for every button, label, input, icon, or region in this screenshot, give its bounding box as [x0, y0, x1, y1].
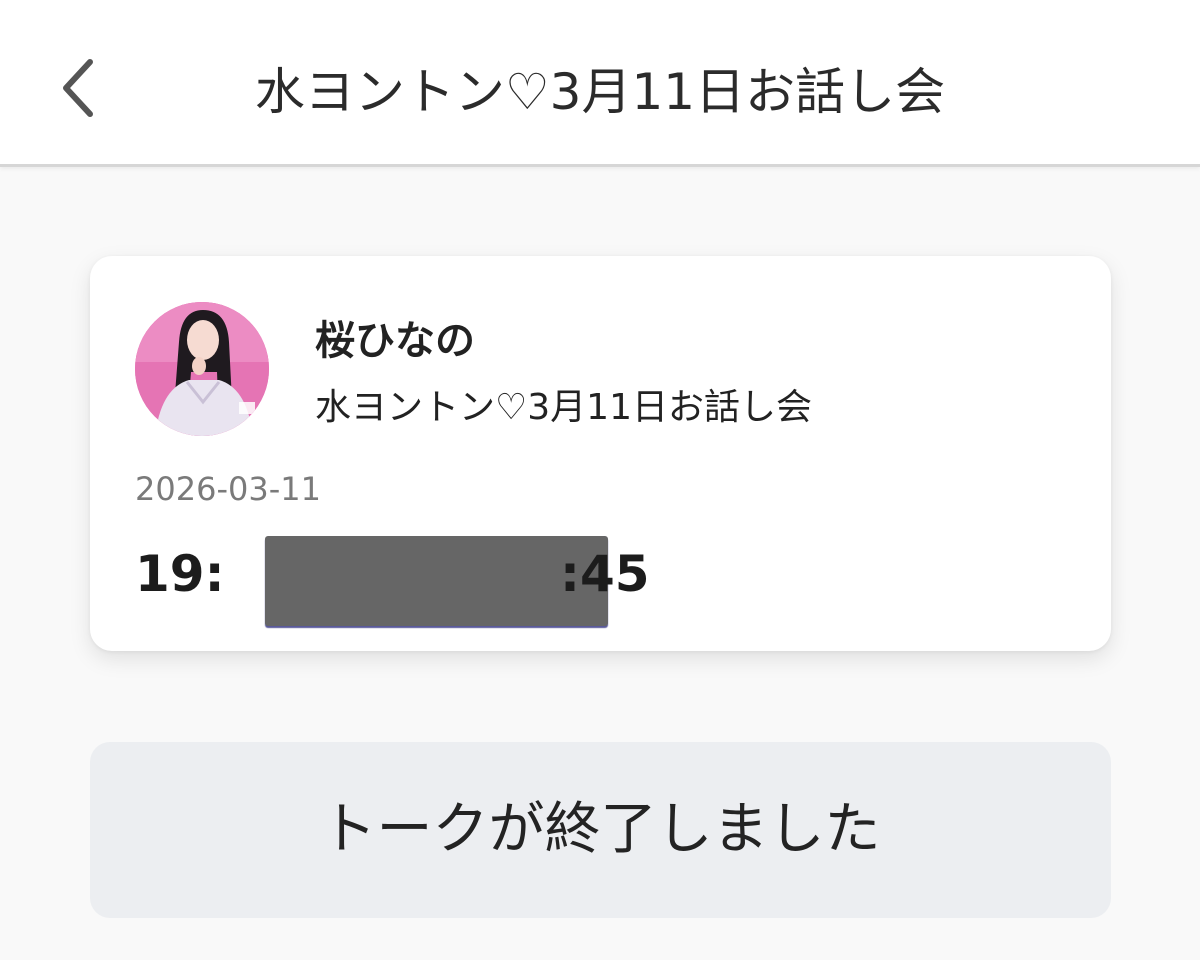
- event-date: 2026-03-11: [135, 470, 321, 508]
- redaction-block: [265, 536, 608, 626]
- event-time: 19: :45: [135, 536, 735, 632]
- back-button[interactable]: [48, 48, 112, 128]
- top-app-bar: 水ヨントン♡3月11日お話し会: [0, 0, 1200, 167]
- event-name: 水ヨントン♡3月11日お話し会: [315, 387, 812, 428]
- event-card: 桜ひなの 水ヨントン♡3月11日お話し会 2026-03-11 19: :45: [90, 256, 1111, 651]
- time-end: :45: [560, 545, 650, 603]
- time-start: 19:: [135, 545, 225, 603]
- page-title: 水ヨントン♡3月11日お話し会: [254, 63, 946, 121]
- avatar: [135, 302, 269, 436]
- host-avatar-photo: [135, 302, 269, 436]
- host-name: 桜ひなの: [315, 318, 475, 364]
- talk-ended-button[interactable]: トークが終了しました: [90, 742, 1111, 918]
- chevron-left-icon: [63, 59, 93, 117]
